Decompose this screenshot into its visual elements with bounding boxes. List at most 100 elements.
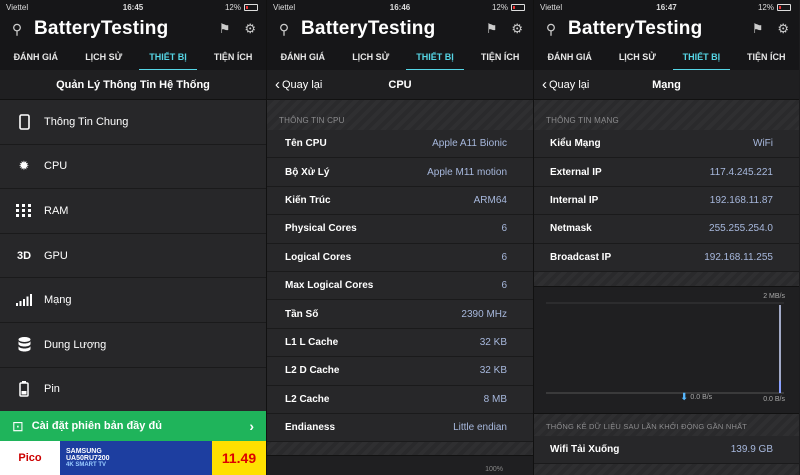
info-key: L2 Cache: [285, 393, 330, 405]
menu-item-cpu[interactable]: ✹ CPU: [0, 144, 266, 190]
network-speed-graph: 2 MB/s ⬇ 0.0 B/s 0.0 B/s: [534, 285, 799, 414]
info-value: Little endian: [453, 422, 507, 434]
rocket-icon[interactable]: ⚑: [752, 21, 764, 37]
info-key: Physical Cores: [285, 223, 357, 235]
menu-item-label: RAM: [44, 204, 69, 217]
tab-lich-su[interactable]: LỊCH SỬ: [617, 46, 658, 68]
database-icon: [14, 336, 34, 354]
info-row: Logical Cores 6: [267, 243, 533, 272]
nav-bar: ‹ Quay lại Mạng: [534, 70, 799, 100]
page-title: CPU: [388, 78, 412, 91]
battery-percent: 12%: [491, 2, 508, 12]
chevron-left-icon: ‹: [275, 75, 280, 93]
menu-item-label: Dung Lượng: [44, 338, 107, 351]
ad-brand: Pico: [0, 441, 60, 475]
back-label: Quay lại: [549, 78, 590, 91]
install-full-banner[interactable]: ⊡ Cài đặt phiên bản đầy đủ ›: [0, 411, 266, 441]
tab-bar: ĐÁNH GIÁ LỊCH SỬ THIẾT BỊ TIỆN ÍCH: [267, 44, 533, 71]
tab-thiet-bi[interactable]: THIẾT BỊ: [672, 46, 730, 71]
gear-icon[interactable]: ⚙: [244, 21, 256, 37]
info-key: External IP: [550, 166, 602, 178]
tab-bar: ĐÁNH GIÁ LỊCH SỬ THIẾT BỊ TIỆN ÍCH: [534, 44, 799, 71]
info-value: 255.255.254.0: [709, 223, 773, 235]
section-header: THÔNG TIN CPU: [279, 116, 345, 125]
battery-percent: 12%: [757, 2, 774, 12]
menu-item-label: Mạng: [44, 294, 72, 307]
app-title: BatteryTesting: [301, 18, 436, 39]
tab-lich-su[interactable]: LỊCH SỬ: [83, 46, 124, 68]
menu-item-ram[interactable]: RAM: [0, 189, 266, 234]
cpu-usage-area: 100%: [267, 455, 533, 475]
tab-danh-gia[interactable]: ĐÁNH GIÁ: [545, 46, 594, 68]
info-value: 192.168.11.255: [704, 251, 773, 263]
menu-item-network[interactable]: Mạng: [0, 278, 266, 323]
info-value: 32 KB: [479, 336, 507, 348]
info-row: Kiểu Mạng WiFi: [534, 130, 799, 159]
info-value: 6: [501, 251, 507, 263]
gear-icon[interactable]: ⚙: [511, 21, 523, 37]
info-value: 117.4.245.221: [709, 166, 773, 178]
data-stats-list: Wifi Tải Xuống 139.9 GB: [534, 435, 799, 465]
tab-thiet-bi[interactable]: THIẾT BỊ: [406, 46, 464, 71]
battery-status: 12%: [492, 3, 525, 12]
info-key: L2 D Cache: [285, 365, 340, 377]
ad-price: 11.49: [212, 441, 266, 475]
menu-item-label: Thông Tin Chung: [44, 115, 129, 128]
ad-banner[interactable]: Pico SAMSUNG UA50RU7200 4K SMART TV 11.49: [0, 441, 266, 475]
info-row: Kiến Trúc ARM64: [267, 186, 533, 216]
info-key: Kiểu Mạng: [550, 138, 601, 150]
tab-tien-ich[interactable]: TIỆN ÍCH: [745, 46, 788, 68]
back-button[interactable]: ‹ Quay lại: [542, 77, 590, 92]
usage-percent: 100%: [485, 466, 503, 473]
menu-item-general[interactable]: Thông Tin Chung: [0, 100, 266, 145]
menu-item-gpu[interactable]: 3D GPU: [0, 233, 266, 279]
info-key: Internal IP: [550, 194, 599, 206]
app-header: ⚲ BatteryTesting ⚑ ⚙: [0, 14, 266, 44]
info-row: Broadcast IP 192.168.11.255: [534, 243, 799, 272]
info-row: Endianess Little endian: [267, 413, 533, 443]
menu-item-label: Pin: [44, 383, 60, 396]
tab-lich-su[interactable]: LỊCH SỬ: [350, 46, 391, 68]
app-title: BatteryTesting: [34, 18, 169, 39]
info-key: Wifi Tải Xuống: [550, 444, 620, 456]
upload-rate-value: 0.0 B/s: [763, 395, 785, 403]
info-row: Max Logical Cores 6: [267, 271, 533, 301]
tab-thiet-bi[interactable]: THIẾT BỊ: [139, 46, 197, 71]
battery-icon: [777, 3, 791, 11]
info-row: Tên CPU Apple A11 Bionic: [267, 130, 533, 159]
banner-label: Cài đặt phiên bản đầy đủ: [31, 420, 162, 432]
nav-bar: Quản Lý Thông Tin Hệ Thống: [0, 70, 266, 100]
gear-icon[interactable]: ⚙: [777, 21, 789, 37]
info-row: Physical Cores 6: [267, 215, 533, 244]
info-row: Netmask 255.255.254.0: [534, 215, 799, 244]
rocket-icon[interactable]: ⚑: [486, 21, 498, 37]
menu-item-storage[interactable]: Dung Lượng: [0, 322, 266, 368]
back-button[interactable]: ‹ Quay lại: [275, 75, 322, 93]
menu-item-battery[interactable]: Pin: [0, 367, 266, 413]
tab-danh-gia[interactable]: ĐÁNH GIÁ: [12, 46, 61, 68]
medal-icon: ⚲: [545, 20, 557, 37]
rocket-icon[interactable]: ⚑: [219, 21, 231, 37]
info-value: Apple M11 motion: [427, 166, 507, 178]
signal-bars-icon: [14, 291, 34, 309]
info-row: Wifi Tải Xuống 139.9 GB: [534, 435, 799, 465]
medal-icon: ⚲: [11, 20, 23, 37]
tab-tien-ich[interactable]: TIỆN ÍCH: [212, 46, 255, 68]
section-header-stats: THỐNG KÊ DỮ LIỆU SAU LẦN KHỞI ĐỘNG GẦN N…: [546, 421, 748, 431]
tab-tien-ich[interactable]: TIỆN ÍCH: [479, 46, 522, 68]
info-key: Tần Số: [285, 308, 319, 320]
info-value: 139.9 GB: [730, 444, 773, 456]
info-key: Netmask: [550, 223, 592, 235]
ad-product-brand: SAMSUNG: [66, 448, 102, 455]
tab-danh-gia[interactable]: ĐÁNH GIÁ: [279, 46, 328, 68]
device-menu: Thông Tin Chung ✹ CPU RAM 3D GPU Mạng Du…: [0, 100, 266, 413]
screen-cpu: Viettel 16:46 12% ⚲ BatteryTesting ⚑ ⚙ ĐÁ…: [266, 0, 533, 475]
page-title: Quản Lý Thông Tin Hệ Thống: [56, 78, 210, 91]
info-value: ARM64: [473, 194, 507, 206]
ad-tag: 4K SMART TV: [66, 462, 107, 468]
download-rate-value: 0.0 B/s: [690, 393, 713, 401]
arrow-down-icon: ⬇: [680, 391, 689, 403]
status-bar: Viettel 16:47 12%: [534, 0, 799, 14]
cpu-info-list: Tên CPU Apple A11 Bionic Bộ Xử Lý Apple M1…: [267, 130, 533, 443]
info-row: Tần Số 2390 MHz: [267, 300, 533, 329]
